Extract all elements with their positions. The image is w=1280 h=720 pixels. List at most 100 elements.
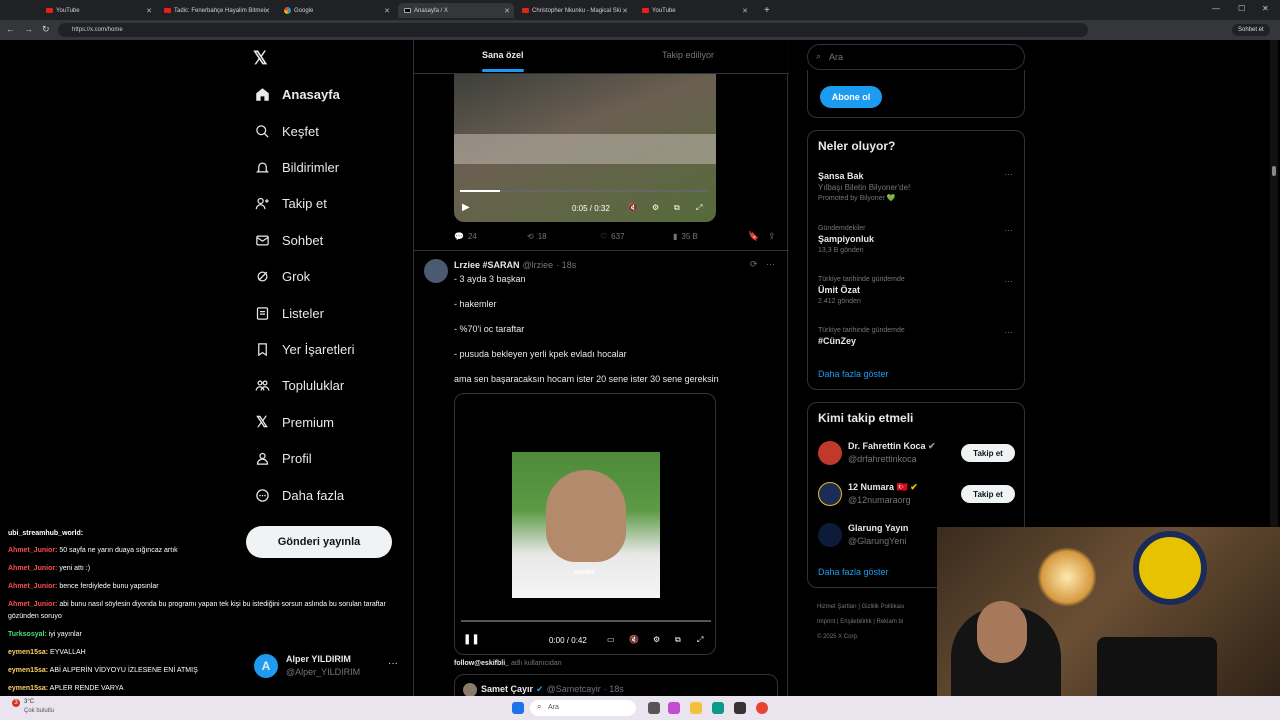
more-icon[interactable]: ··· — [1004, 225, 1013, 235]
close-icon[interactable]: ✕ — [742, 7, 748, 15]
avatar[interactable] — [818, 441, 842, 465]
new-tab-button[interactable]: + — [758, 3, 770, 18]
footer-link[interactable]: Erişilebilirlik — [840, 619, 871, 625]
back-icon[interactable]: ← — [6, 24, 15, 34]
grok-icon[interactable]: ⟳ — [750, 259, 758, 270]
minimize-icon[interactable]: — — [1212, 4, 1220, 13]
file-explorer-icon[interactable] — [690, 702, 702, 714]
reply-button[interactable]: 💬 24 — [454, 232, 477, 241]
video-attribution[interactable]: follow@eskifbli_ adlı kullanıcıdan — [454, 660, 562, 667]
captions-icon[interactable]: ▭ — [607, 635, 615, 644]
browser-tab-active[interactable]: Anasayfa / X ✕ — [398, 3, 514, 18]
quoted-tweet[interactable]: Samet Çayır ✔ @Sametcayir · 18s — [454, 674, 778, 696]
weather-temp[interactable]: 3°C — [24, 699, 34, 705]
tab-for-you[interactable]: Sana özel — [482, 50, 524, 72]
settings-icon[interactable]: ⚙ — [653, 635, 660, 644]
pip-icon[interactable]: ⧉ — [675, 635, 681, 645]
author-name[interactable]: Lrziee #SARAN — [454, 260, 520, 270]
maximize-icon[interactable]: ☐ — [1238, 4, 1245, 13]
views-button[interactable]: ▮ 35 B — [673, 232, 698, 241]
taskbar-search[interactable]: Ara — [530, 700, 636, 716]
scrollbar-thumb[interactable] — [1272, 166, 1276, 176]
sidebar-item-lists[interactable]: Listeler — [254, 301, 324, 325]
windows-start-icon[interactable] — [512, 702, 524, 714]
close-icon[interactable]: ✕ — [264, 7, 270, 15]
bookmark-icon[interactable]: 🔖 — [748, 231, 759, 242]
x-logo[interactable]: 𝕏 — [253, 48, 268, 69]
video-player[interactable]: ▶ 0:05 / 0:32 🔇 ⚙ ⧉ ⤢ — [454, 74, 716, 222]
suggested-name[interactable]: Dr. Fahrettin Koca ✔ — [848, 441, 936, 452]
author-handle[interactable]: @lrziee — [523, 260, 554, 270]
fullscreen-icon[interactable]: ⤢ — [697, 635, 703, 645]
like-button[interactable]: ♡ 637 — [600, 232, 625, 241]
repost-button[interactable]: ⟲ 18 — [527, 232, 547, 241]
subscribe-button[interactable]: Abone ol — [820, 86, 882, 108]
sidebar-item-more[interactable]: Daha fazla — [254, 483, 344, 507]
task-view-icon[interactable] — [648, 702, 660, 714]
avatar[interactable] — [818, 523, 842, 547]
more-icon[interactable]: ··· — [766, 259, 775, 269]
close-icon[interactable]: ✕ — [146, 7, 152, 15]
sidebar-item-grok[interactable]: Grok — [254, 264, 310, 288]
store-icon[interactable] — [734, 702, 746, 714]
search-box[interactable]: ⌕ Ara — [807, 44, 1025, 70]
chrome-icon[interactable] — [756, 702, 768, 714]
sidebar-item-premium[interactable]: 𝕏 Premium — [254, 410, 334, 434]
sidebar-item-explore[interactable]: Keşfet — [254, 119, 319, 143]
footer-link[interactable]: Imprint — [817, 619, 835, 625]
trend-item[interactable]: Şansa Bak Yılbaşı Biletin Bilyoner'de! P… — [818, 171, 1018, 202]
tweet-time[interactable]: · 18s — [556, 260, 576, 270]
trend-item[interactable]: Gündemdekiler Şampiyonluk 13,3 B gönderi — [818, 225, 1018, 254]
sidebar-item-home[interactable]: Anasayfa — [254, 82, 340, 106]
edge-icon[interactable] — [712, 702, 724, 714]
settings-icon[interactable]: ⚙ — [652, 203, 659, 212]
copilot-icon[interactable] — [668, 702, 680, 714]
account-menu-icon[interactable]: ··· — [388, 658, 398, 669]
sidebar-item-follow[interactable]: Takip et — [254, 191, 327, 215]
more-icon[interactable]: ··· — [1004, 169, 1013, 179]
forward-icon[interactable]: → — [24, 24, 33, 34]
avatar[interactable] — [424, 259, 448, 283]
browser-tab[interactable]: Tadic: Fenerbahçe Hayalim Bitmei ✕ — [158, 3, 274, 18]
show-more-link[interactable]: Daha fazla göster — [818, 567, 889, 577]
footer-link[interactable]: Gizlilik Politikası — [862, 604, 905, 610]
trend-item[interactable]: Türkiye tarihinde gündemde Ümit Özat 2.4… — [818, 276, 1018, 305]
close-window-icon[interactable]: ✕ — [1262, 4, 1269, 13]
video-progress-bar[interactable] — [461, 620, 711, 622]
post-button[interactable]: Gönderi yayınla — [246, 526, 392, 558]
more-icon[interactable]: ··· — [1004, 327, 1013, 337]
browser-tab[interactable]: Google ✕ — [278, 3, 394, 18]
tab-following[interactable]: Takip ediliyor — [662, 50, 714, 60]
suggested-name[interactable]: Glarung Yayın — [848, 523, 908, 533]
close-icon[interactable]: ✕ — [622, 7, 628, 15]
play-icon[interactable]: ▶ — [462, 202, 470, 213]
pause-icon[interactable]: ❚❚ — [463, 634, 480, 645]
more-icon[interactable]: ··· — [1004, 276, 1013, 286]
sidebar-item-profile[interactable]: Profil — [254, 446, 312, 470]
reload-icon[interactable]: ↻ — [42, 24, 50, 35]
avatar[interactable]: A — [254, 654, 278, 678]
browser-tab[interactable]: YouTube ✕ — [40, 3, 156, 18]
video-player[interactable]: eskifbli ❚❚ 0:00 / 0:42 ▭ 🔇 ⚙ ⧉ ⤢ — [454, 393, 716, 655]
mute-icon[interactable]: 🔇 — [629, 635, 639, 644]
profile-chip[interactable]: Sohbet et — [1232, 24, 1270, 36]
footer-link[interactable]: Reklam bi — [877, 619, 904, 625]
pip-icon[interactable]: ⧉ — [674, 203, 680, 213]
follow-button[interactable]: Takip et — [961, 485, 1015, 503]
show-more-link[interactable]: Daha fazla göster — [818, 369, 889, 379]
url-field[interactable]: https://x.com/home — [58, 23, 1088, 37]
share-icon[interactable]: ⇪ — [768, 231, 776, 242]
avatar[interactable] — [818, 482, 842, 506]
footer-link[interactable]: Hizmet Şartları — [817, 604, 857, 610]
close-icon[interactable]: ✕ — [384, 7, 390, 15]
browser-tab[interactable]: YouTube ✕ — [636, 3, 752, 18]
sidebar-item-messages[interactable]: Sohbet — [254, 228, 323, 252]
sidebar-item-communities[interactable]: Topluluklar — [254, 373, 344, 397]
close-icon[interactable]: ✕ — [504, 7, 510, 15]
suggested-name[interactable]: 12 Numara 🇹🇷 ✔ — [848, 482, 918, 493]
search-input[interactable]: Ara — [829, 52, 843, 62]
trend-item[interactable]: Türkiye tarihinde gündemde #CünZey — [818, 327, 1018, 346]
browser-tab[interactable]: Christopher Nkunku - Magical Ski ✕ — [516, 3, 632, 18]
follow-button[interactable]: Takip et — [961, 444, 1015, 462]
sidebar-item-notifications[interactable]: Bildirimler — [254, 155, 339, 179]
